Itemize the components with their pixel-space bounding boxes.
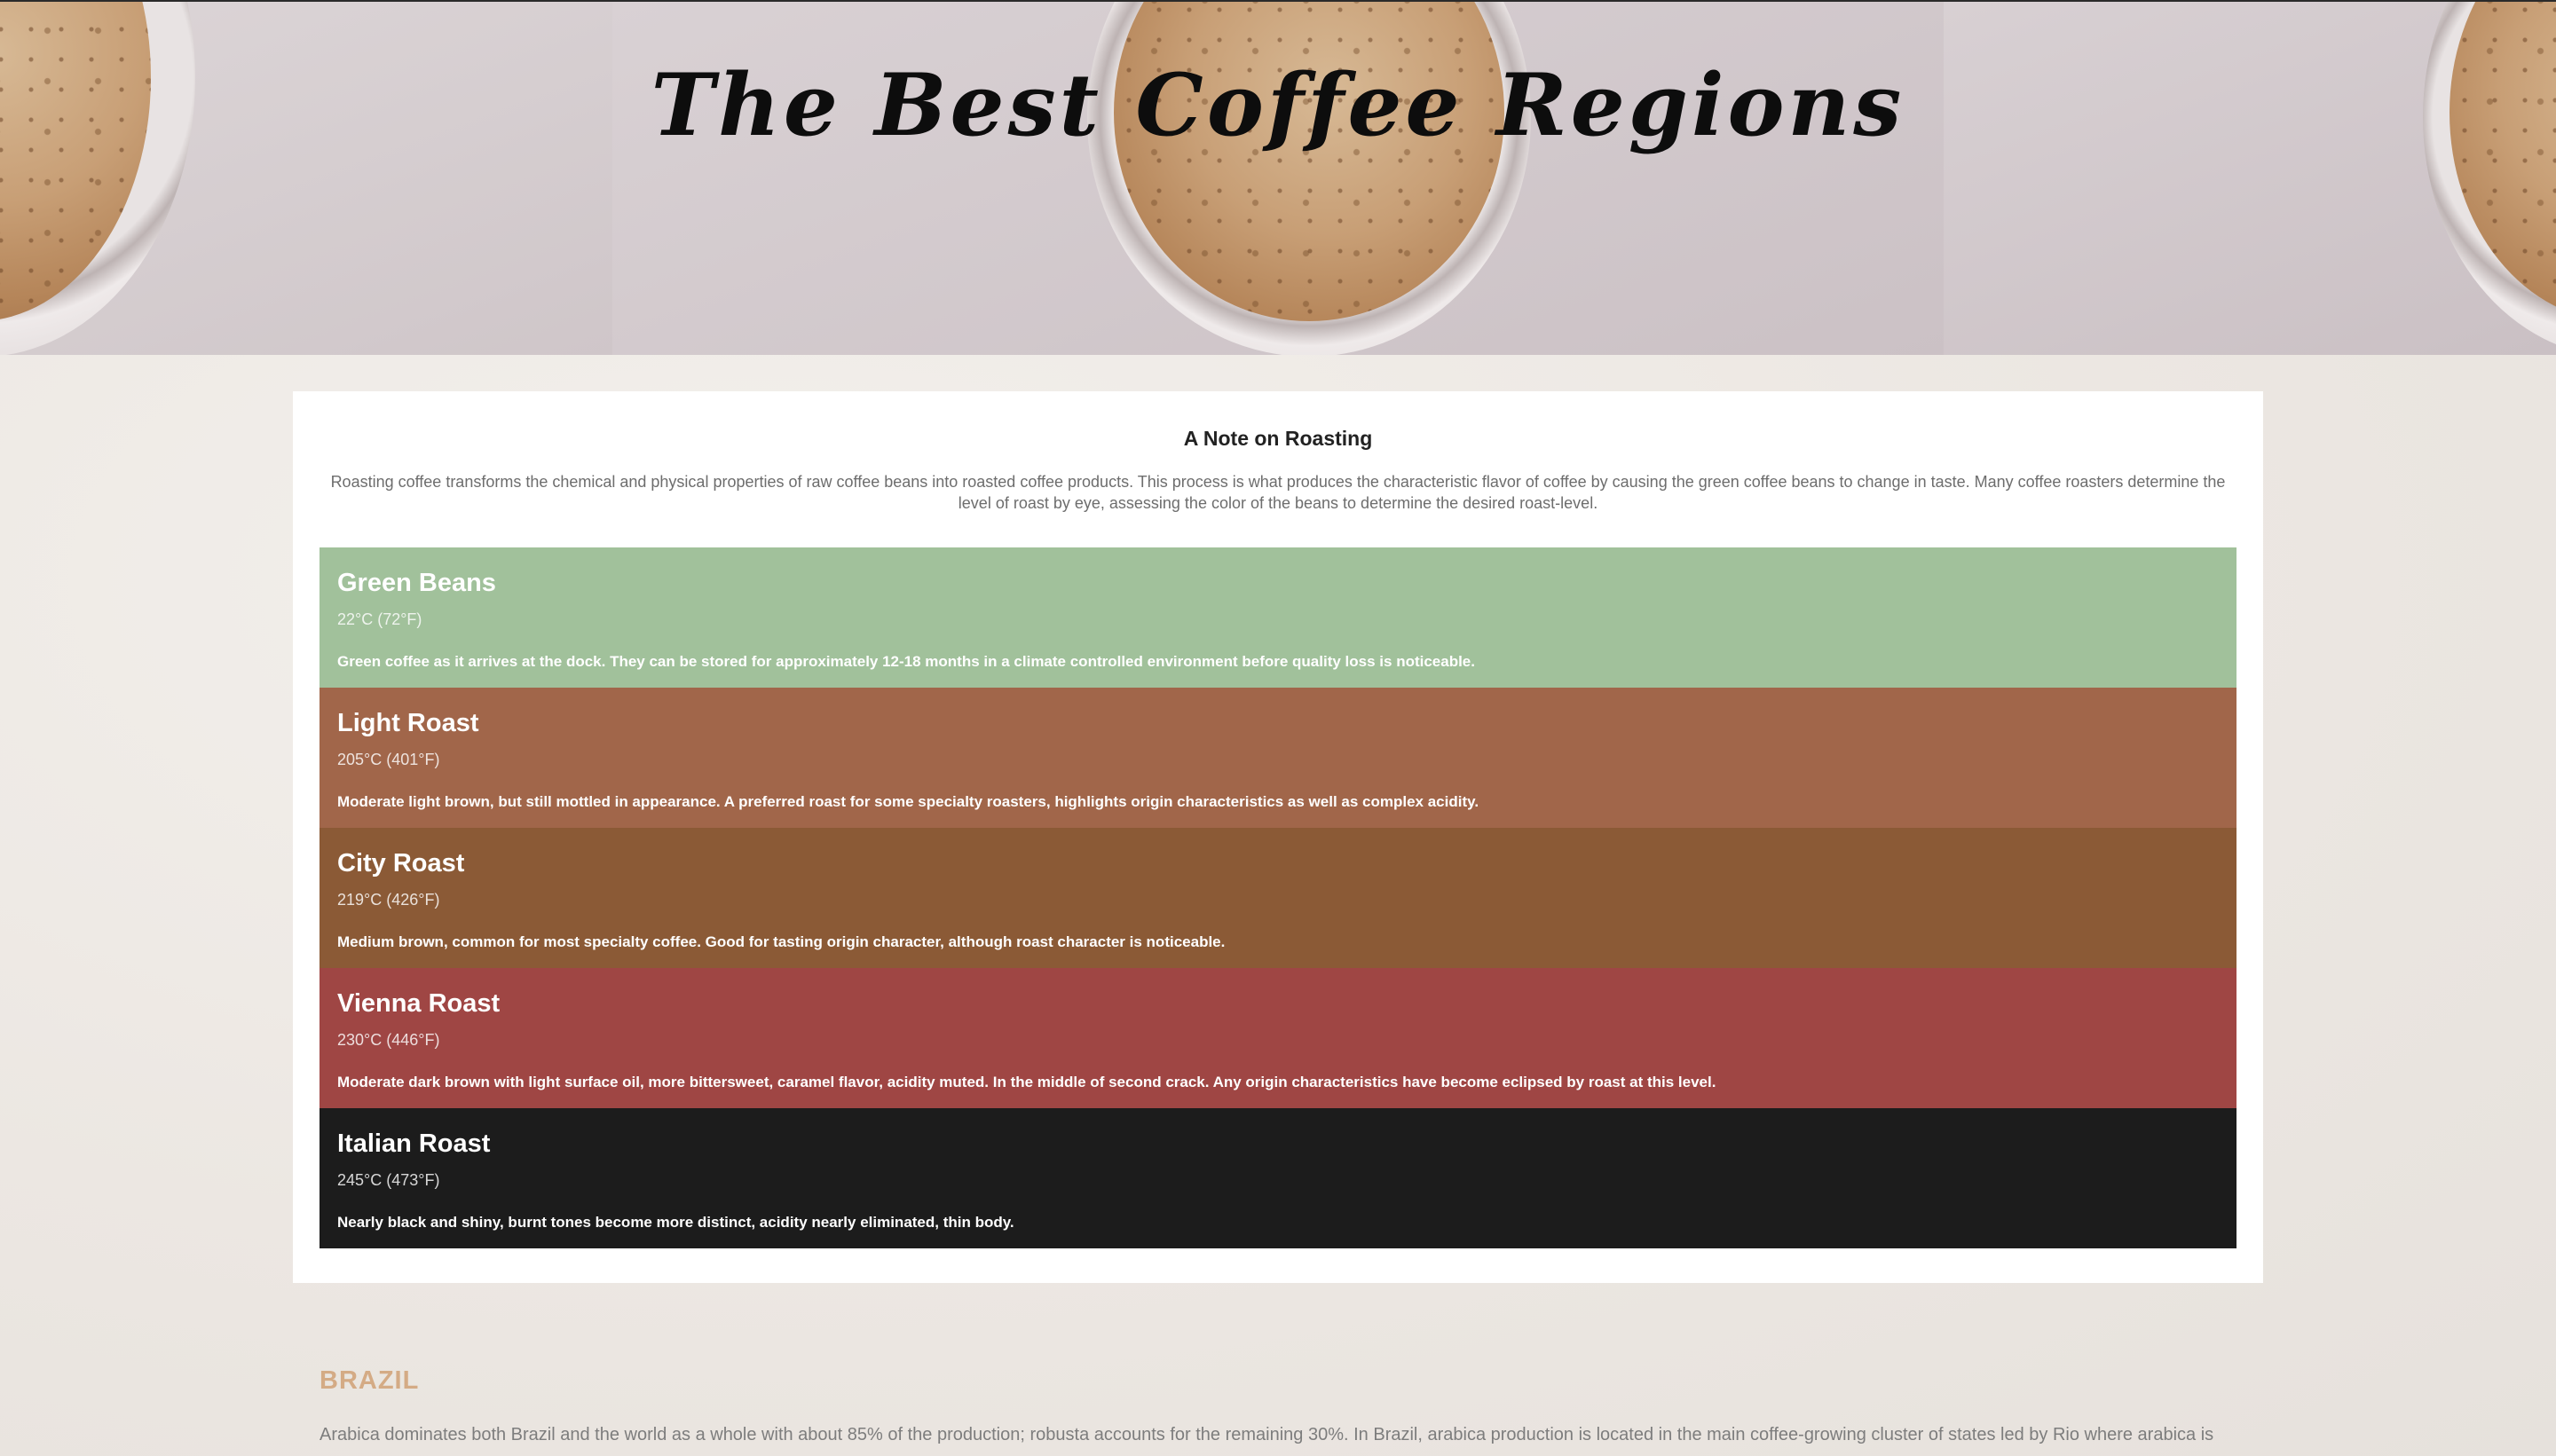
roast-level-italian-roast: Italian Roast 245°C (473°F) Nearly black… xyxy=(320,1108,2236,1248)
roast-level-green-beans: Green Beans 22°C (72°F) Green coffee as … xyxy=(320,547,2236,688)
roast-name: City Roast xyxy=(337,849,465,878)
region-text-brazil: Arabica dominates both Brazil and the wo… xyxy=(320,1425,2214,1444)
roast-level-vienna-roast: Vienna Roast 230°C (446°F) Moderate dark… xyxy=(320,968,2236,1108)
roast-description: Green coffee as it arrives at the dock. … xyxy=(337,653,1475,670)
roast-temperature: 22°C (72°F) xyxy=(337,610,422,628)
roast-level-light-roast: Light Roast 205°C (401°F) Moderate light… xyxy=(320,688,2236,828)
roast-description: Moderate dark brown with light surface o… xyxy=(337,1074,1716,1090)
region-title-brazil: BRAZIL xyxy=(320,1366,420,1395)
roast-description: Moderate light brown, but still mottled … xyxy=(337,793,1479,810)
roast-levels-list: Green Beans 22°C (72°F) Green coffee as … xyxy=(320,547,2236,1248)
roast-name: Light Roast xyxy=(337,709,479,737)
hero-banner: The Best Coffee Regions xyxy=(0,0,2556,355)
roast-name: Vienna Roast xyxy=(337,989,501,1018)
roast-description: Nearly black and shiny, burnt tones beco… xyxy=(337,1214,1014,1231)
roasting-card: A Note on Roasting Roasting coffee trans… xyxy=(293,391,2263,1283)
roast-temperature: 245°C (473°F) xyxy=(337,1171,440,1189)
roasting-heading: A Note on Roasting xyxy=(1183,427,1373,450)
roast-name: Italian Roast xyxy=(337,1129,491,1158)
roast-description: Medium brown, common for most specialty … xyxy=(337,933,1226,950)
roast-name: Green Beans xyxy=(337,569,496,597)
roast-temperature: 219°C (426°F) xyxy=(337,891,440,909)
roasting-intro: Roasting coffee transforms the chemical … xyxy=(330,473,2226,512)
page-title: The Best Coffee Regions xyxy=(651,55,1905,155)
roast-temperature: 230°C (446°F) xyxy=(337,1031,440,1049)
roast-temperature: 205°C (401°F) xyxy=(337,751,440,768)
roast-level-city-roast: City Roast 219°C (426°F) Medium brown, c… xyxy=(320,828,2236,968)
